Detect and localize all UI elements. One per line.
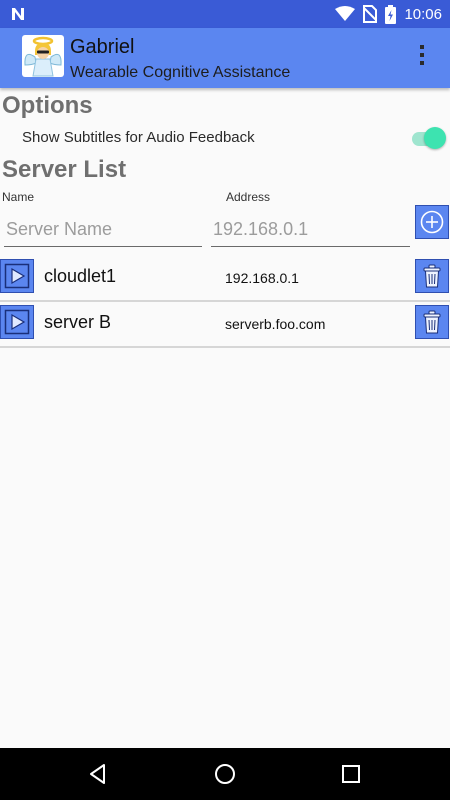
connect-server-button[interactable] (0, 305, 34, 339)
server-row: server B serverb.foo.com (0, 300, 450, 348)
server-row: cloudlet1 192.168.0.1 (0, 254, 450, 302)
server-name-field (4, 214, 202, 247)
show-subtitles-switch[interactable] (408, 127, 446, 149)
server-name: cloudlet1 (44, 266, 117, 286)
app-subtitle: Wearable Cognitive Assistance (70, 64, 291, 81)
back-icon[interactable] (86, 762, 110, 786)
server-name: server B (44, 312, 112, 332)
server-address: serverb.foo.com (225, 316, 326, 332)
more-vert-icon[interactable] (416, 42, 428, 70)
no-sim-icon (363, 5, 378, 23)
options-heading: Options (2, 92, 93, 119)
delete-server-button[interactable] (415, 259, 449, 293)
switch-thumb (424, 127, 446, 149)
recents-icon[interactable] (339, 762, 363, 786)
trash-icon (423, 264, 441, 288)
status-bar: 10:06 (0, 0, 450, 28)
app-title: Gabriel (70, 36, 135, 58)
angel-app-icon (22, 35, 64, 77)
server-address-field (211, 214, 410, 247)
wifi-icon (335, 6, 356, 21)
add-server-button[interactable] (415, 205, 449, 239)
add-circle-icon (420, 210, 444, 234)
app-bar: Gabriel Wearable Cognitive Assistance (0, 28, 450, 88)
show-subtitles-label: Show Subtitles for Audio Feedback (22, 129, 255, 146)
connect-server-button[interactable] (0, 259, 34, 293)
server-name-input[interactable] (4, 214, 202, 244)
delete-server-button[interactable] (415, 305, 449, 339)
navigation-bar (0, 748, 450, 800)
play-icon (4, 309, 30, 335)
name-column-label: Name (2, 190, 35, 204)
battery-charging-icon (385, 4, 397, 24)
server-address: 192.168.0.1 (225, 270, 299, 286)
trash-icon (423, 310, 441, 334)
server-list-heading: Server List (2, 156, 127, 183)
server-address-input[interactable] (211, 214, 410, 244)
address-column-label: Address (226, 190, 271, 204)
home-icon[interactable] (213, 762, 237, 786)
n-notification-icon (12, 8, 24, 20)
status-time: 10:06 (404, 5, 442, 23)
play-icon (4, 263, 30, 289)
